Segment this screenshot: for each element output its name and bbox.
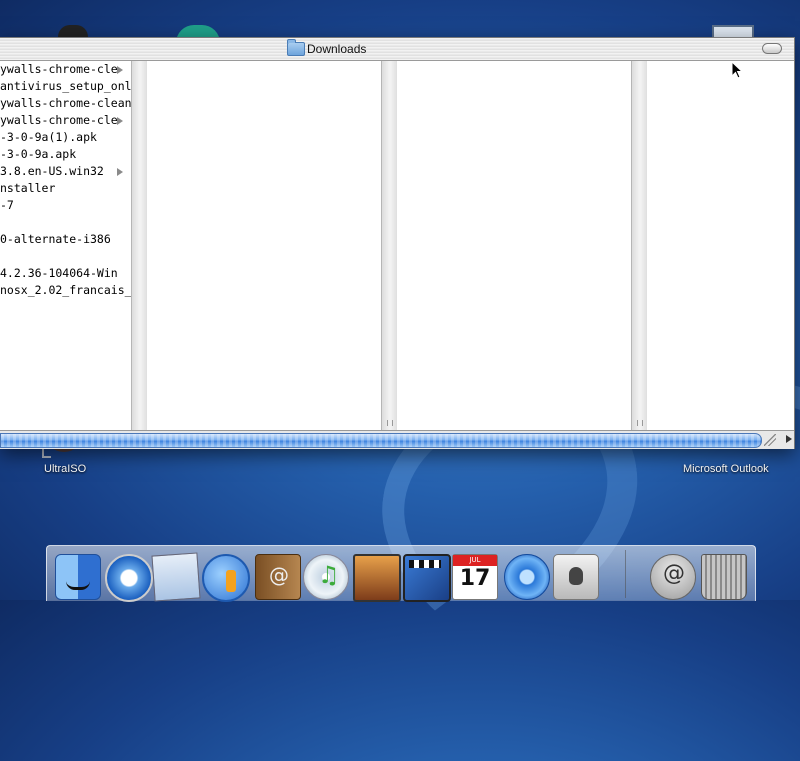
empty-column[interactable] (147, 61, 381, 430)
column-resize-handle[interactable] (637, 420, 643, 426)
quicktime-icon[interactable] (504, 554, 550, 600)
file-name: -7 (0, 198, 14, 212)
file-name: 3.8.en-US.win32 (0, 164, 104, 178)
file-name: -3-0-9a(1).apk (0, 130, 97, 144)
file-name: ywalls-chrome-cle (0, 113, 118, 127)
file-name: ywalls-chrome-cle (0, 62, 118, 76)
iphoto-icon[interactable] (353, 554, 401, 602)
file-name: nosx_2.02_francais_1 (0, 283, 131, 297)
empty-column[interactable] (647, 61, 794, 430)
file-item[interactable]: ywalls-chrome-cle (0, 112, 131, 129)
scroll-right-arrow-icon[interactable] (786, 435, 792, 443)
system-preferences-icon[interactable] (553, 554, 599, 600)
mail-icon[interactable] (151, 552, 201, 602)
file-item[interactable]: antivirus_setup_onlin (0, 78, 131, 95)
mouse-pointer-icon (731, 61, 744, 79)
file-item[interactable] (0, 214, 131, 231)
file-name: -3-0-9a.apk (0, 147, 77, 161)
scroll-thumb[interactable] (0, 433, 762, 448)
dock: JUL 17 (46, 545, 756, 602)
microsoft-outlook-label[interactable]: Microsoft Outlook (683, 463, 769, 475)
file-item[interactable]: -7 (0, 197, 131, 214)
file-item[interactable]: ywalls-chrome-clean (0, 95, 131, 112)
file-item[interactable] (0, 248, 131, 265)
horizontal-scrollbar[interactable] (0, 430, 794, 449)
ical-icon[interactable]: JUL 17 (452, 554, 498, 600)
file-column[interactable]: ywalls-chrome-cle antivirus_setup_onlin yw… (0, 61, 131, 430)
file-name: nstaller (0, 181, 56, 195)
window-resize-grip[interactable] (764, 434, 776, 446)
column-browser: ywalls-chrome-cle antivirus_setup_onlin yw… (0, 61, 794, 430)
ichat-icon[interactable] (202, 554, 250, 602)
dock-separator (625, 550, 626, 598)
alias-arrow-icon (42, 449, 51, 458)
file-name: ywalls-chrome-clean (0, 96, 131, 110)
file-item[interactable]: 4.2.36-104064-Win (0, 265, 131, 282)
file-name: 4.2.36-104064-Win (0, 266, 118, 280)
column-resize-handle[interactable] (387, 420, 393, 426)
file-item[interactable]: 0-alternate-i386 (0, 231, 131, 248)
finder-window: Downloads ywalls-chrome-cle antivirus_set… (0, 37, 795, 449)
disclosure-arrow-icon (117, 66, 123, 74)
trash-icon[interactable] (701, 554, 747, 600)
safari-icon[interactable] (105, 554, 153, 602)
empty-column[interactable] (397, 61, 631, 430)
file-item[interactable]: 3.8.en-US.win32 (0, 163, 131, 180)
file-item[interactable]: ywalls-chrome-cle (0, 61, 131, 78)
file-item[interactable]: -3-0-9a.apk (0, 146, 131, 163)
file-name: 0-alternate-i386 (0, 232, 111, 246)
disclosure-arrow-icon (117, 117, 123, 125)
file-item[interactable]: -3-0-9a(1).apk (0, 129, 131, 146)
internet-connect-icon[interactable] (650, 554, 696, 600)
ical-month: JUL (453, 555, 497, 566)
folder-icon (287, 39, 305, 56)
disclosure-arrow-icon (117, 168, 123, 176)
toolbar-toggle-button[interactable] (762, 43, 782, 54)
window-titlebar[interactable]: Downloads (0, 38, 794, 61)
file-item[interactable]: nosx_2.02_francais_1 (0, 282, 131, 299)
file-item[interactable]: nstaller (0, 180, 131, 197)
finder-icon[interactable] (55, 554, 101, 600)
address-book-icon[interactable] (255, 554, 301, 600)
ultraiso-label[interactable]: UltraISO (44, 463, 86, 475)
itunes-icon[interactable] (303, 554, 349, 600)
file-name: antivirus_setup_onlin (0, 79, 131, 93)
window-title-group: Downloads (287, 39, 367, 57)
ical-day: 17 (459, 566, 491, 591)
window-title: Downloads (307, 42, 367, 56)
imovie-icon[interactable] (403, 554, 451, 602)
